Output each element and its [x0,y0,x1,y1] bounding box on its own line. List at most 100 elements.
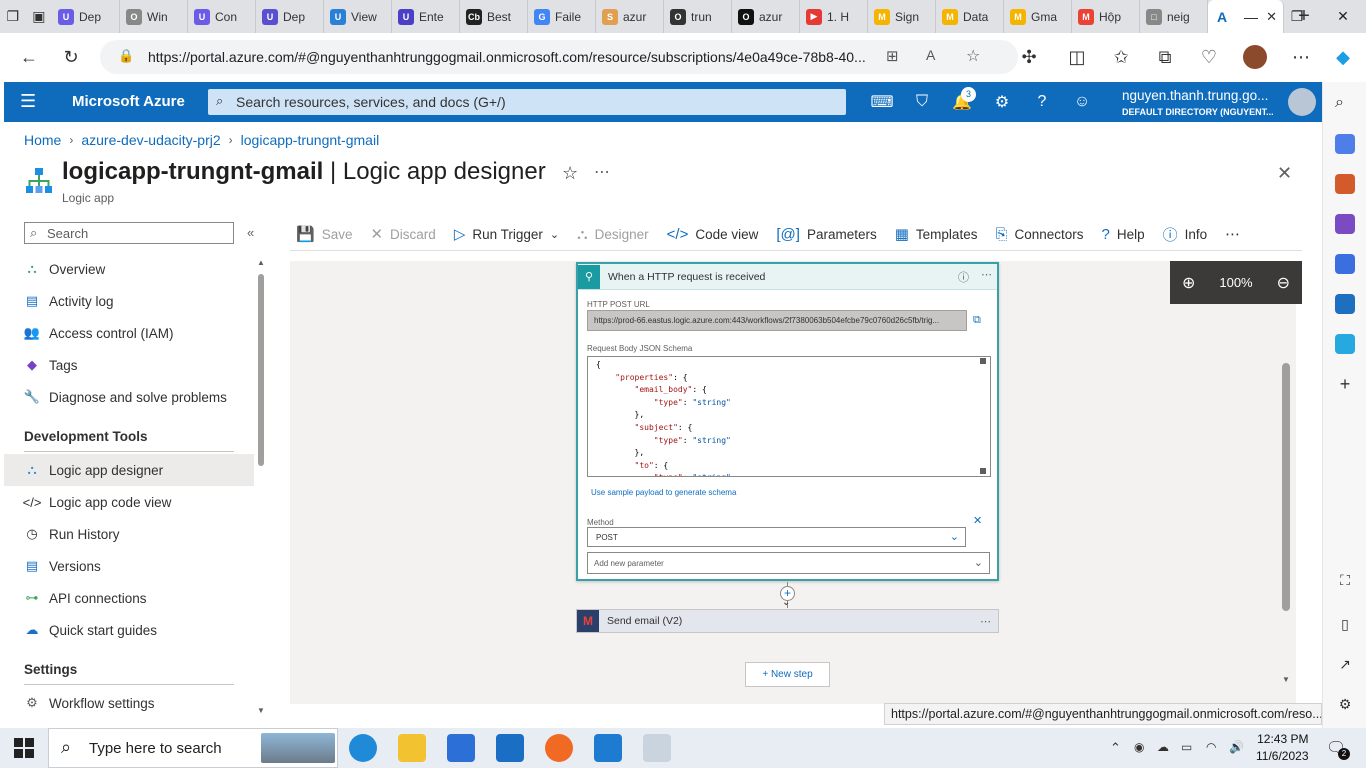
workspaces-icon[interactable]: ❐ [7,8,20,25]
more-icon[interactable]: ⋯ [1288,44,1314,70]
feedback-icon[interactable]: ☺ [1071,92,1093,112]
method-select[interactable]: POST ⌄ [587,527,966,547]
browser-tab[interactable]: G Faile [528,0,596,33]
windows-start-icon[interactable] [14,738,34,758]
nav-scroll-thumb[interactable] [258,274,264,466]
nav-scrollbar[interactable]: ▲ ▼ [257,258,265,718]
taskbar-search-input[interactable]: ⌕ Type here to search [48,728,338,768]
nav-item-run-history[interactable]: ◷ Run History [4,518,254,550]
browser-tab[interactable]: O Win [120,0,188,33]
tray-meet-icon[interactable]: ◉ [1134,740,1144,754]
parameters-button[interactable]: [@] Parameters [776,226,876,243]
breadcrumb-logic-app[interactable]: logicapp-trungnt-gmail [241,132,380,148]
browser-tab[interactable]: M Data [936,0,1004,33]
collections-icon[interactable]: ⧉ [1152,44,1178,70]
browser-tab[interactable]: Cb Best [460,0,528,33]
close-blade-icon[interactable]: ✕ [1277,163,1292,184]
nav-section-development-tools[interactable]: Development Tools [24,429,148,444]
discard-button[interactable]: ✕ Discard [370,225,435,243]
nav-item-diagnose[interactable]: 🔧 Diagnose and solve problems [4,381,254,413]
nav-item-overview[interactable]: ⛬ Overview [4,253,254,285]
nav-item-quick-start[interactable]: ☁ Quick start guides [4,614,254,646]
sidebar-open-external-icon[interactable]: ↗ [1335,656,1355,676]
nav-item-iam[interactable]: 👥 Access control (IAM) [4,317,254,349]
scroll-down-icon[interactable]: ▼ [1282,675,1290,684]
tray-onedrive-icon[interactable]: ☁ [1157,740,1169,754]
nav-item-logic-app-designer[interactable]: ⛬ Logic app designer [4,454,254,486]
browser-tab[interactable]: U Dep [256,0,324,33]
connectors-button[interactable]: ⎘ Connectors [995,226,1083,243]
nav-item-activity-log[interactable]: ▤ Activity log [4,285,254,317]
card-more-icon[interactable]: ⋯ [980,615,991,628]
schema-scroll-down[interactable] [980,468,986,474]
page-more-icon[interactable]: ⋯ [594,162,610,182]
tray-battery-icon[interactable]: ▭ [1181,740,1192,754]
help-button[interactable]: ? Help [1102,226,1145,243]
code-view-button[interactable]: </> Code view [667,226,759,243]
add-parameter-select[interactable]: Add new parameter ⌄ [587,552,990,574]
help-icon[interactable]: ? [1031,92,1053,112]
sidebar-search-icon[interactable]: ⌕ [1335,94,1355,114]
close-window-icon[interactable]: ✕ [1320,0,1366,33]
taskbar-mail-icon[interactable] [496,734,524,762]
nav-item-code-view[interactable]: </> Logic app code view [4,486,254,518]
browser-tab[interactable]: Otrun [664,0,732,33]
tray-volume-icon[interactable]: 🔊 [1229,740,1244,754]
apps-icon[interactable]: ⊞ [886,47,899,65]
azure-search-input[interactable]: ⌕ Search resources, services, and docs (… [208,89,846,115]
sidebar-outlook-icon[interactable] [1335,294,1355,314]
url-field[interactable]: 🔒 https://portal.azure.com/#@nguyenthanh… [100,40,1018,74]
breadcrumb-resource-group[interactable]: azure-dev-udacity-prj2 [81,132,220,148]
card-more-icon[interactable]: ⋯ [981,268,992,281]
health-icon[interactable]: ♡ [1196,44,1222,70]
breadcrumb-home[interactable]: Home [24,132,61,148]
nav-search-input[interactable]: ⌕ Search [24,222,234,244]
hamburger-menu-icon[interactable]: ☰ [20,91,36,112]
favorites-icon[interactable]: ✩ [1108,44,1134,70]
remove-parameter-icon[interactable]: ✕ [973,514,982,527]
copy-icon[interactable]: ⧉ [973,314,981,327]
sample-payload-link[interactable]: Use sample payload to generate schema [591,488,736,497]
settings-gear-icon[interactable]: ⚙ [991,92,1013,112]
user-avatar[interactable] [1288,88,1316,116]
browser-tab[interactable]: U Dep [52,0,120,33]
minimize-icon[interactable]: — [1228,0,1274,33]
save-button[interactable]: 💾 Save [296,225,352,243]
browser-tab[interactable]: □ neig [1140,0,1208,33]
taskbar-clock[interactable]: 12:43 PM 11/6/2023 [1256,731,1309,765]
extensions-icon[interactable]: ✣ [1016,44,1042,70]
taskbar-paint-icon[interactable] [643,734,671,762]
browser-tab[interactable]: Sazur [596,0,664,33]
sidebar-add-icon[interactable]: + [1335,374,1355,394]
sidebar-send-icon[interactable] [1335,334,1355,354]
browser-tab[interactable]: U Ente [392,0,460,33]
schema-scroll-thumb[interactable] [980,358,986,364]
taskbar-store-icon[interactable] [447,734,475,762]
nav-section-settings[interactable]: Settings [24,662,77,677]
refresh-icon[interactable]: ↻ [58,44,84,70]
tray-chevron-up-icon[interactable]: ⌃ [1110,740,1121,756]
zoom-out-icon[interactable]: ⊖ [1277,273,1290,293]
http-trigger-card[interactable]: ⚲ When a HTTP request is received ⓘ ⋯ HT… [576,262,999,581]
browser-tab[interactable]: M Gma [1004,0,1072,33]
taskbar-postman-icon[interactable] [545,734,573,762]
browser-tab[interactable]: U Con [188,0,256,33]
http-post-url-field[interactable]: https://prod-66.eastus.logic.azure.com:4… [587,310,967,331]
browser-tab[interactable]: U View [324,0,392,33]
canvas-scroll-thumb[interactable] [1282,363,1290,611]
split-screen-icon[interactable]: ◫ [1064,44,1090,70]
sidebar-tag-icon[interactable] [1335,134,1355,154]
browser-tab[interactable]: M Sign [868,0,936,33]
scroll-down-icon[interactable]: ▼ [257,706,265,715]
nav-item-workflow-settings[interactable]: ⚙ Workflow settings [4,687,254,719]
zoom-in-icon[interactable]: ⊕ [1182,273,1195,293]
copilot-icon[interactable]: ◆ [1330,44,1356,70]
canvas-scrollbar[interactable]: ▼ [1281,305,1291,690]
favorite-star-icon[interactable]: ☆ [562,163,578,184]
sidebar-settings-icon[interactable]: ⚙ [1335,696,1355,716]
azure-brand[interactable]: Microsoft Azure [72,93,185,110]
nav-item-api-connections[interactable]: ⊶ API connections [4,582,254,614]
nav-item-tags[interactable]: ◆ Tags [4,349,254,381]
collapse-nav-icon[interactable]: « [247,225,254,240]
browser-tab[interactable]: ▶ 1. H [800,0,868,33]
